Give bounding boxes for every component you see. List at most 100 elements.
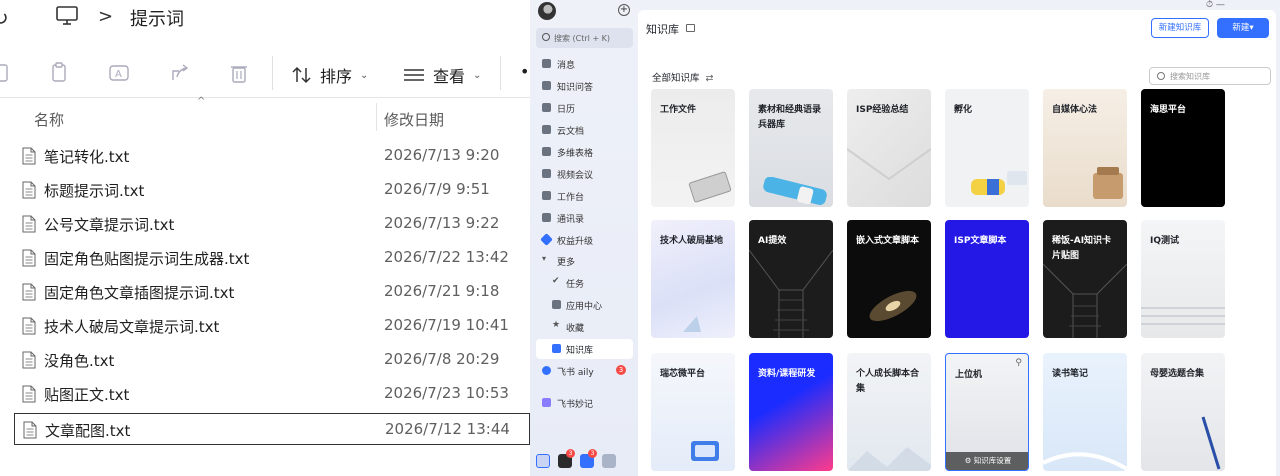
card-cover-image xyxy=(1093,167,1123,199)
kb-card[interactable]: ISP经验总结 xyxy=(847,89,931,207)
card-cover-image xyxy=(691,441,719,461)
text-file-icon xyxy=(22,385,36,407)
kb-card[interactable]: 个人成长脚本合集 xyxy=(847,353,931,471)
refresh-icon[interactable]: ↻ xyxy=(0,6,9,30)
kb-card[interactable]: 读书笔记 xyxy=(1043,353,1127,471)
new-button[interactable]: 新建▾ xyxy=(1217,18,1269,38)
column-header-name[interactable]: 名称 xyxy=(34,109,64,130)
window-controls[interactable]: ⏱ — xyxy=(1206,0,1225,10)
kb-card-hovered[interactable]: 上位机 ⚲ ⚙ 知识库设置 xyxy=(945,353,1029,471)
breadcrumb-current[interactable]: 提示词 xyxy=(130,5,184,31)
kb-search-input[interactable]: 搜索知识库 xyxy=(1149,67,1271,85)
kb-settings-button[interactable]: ⚙ 知识库设置 xyxy=(946,452,1028,470)
app-shortcut-icon[interactable] xyxy=(602,454,616,468)
nav-item-tasks[interactable]: ✔ 任务 xyxy=(536,273,633,293)
file-date: 2026/7/23 10:53 xyxy=(384,384,509,402)
kb-card-title: 海思平台 xyxy=(1150,105,1187,115)
switch-icon[interactable]: ⇄ xyxy=(706,73,714,84)
kb-card-title: 素材和经典语录兵器库 xyxy=(758,105,822,130)
file-row[interactable]: 笔记转化.txt 2026/7/13 9:20 xyxy=(14,140,530,172)
this-pc-icon[interactable] xyxy=(56,6,78,30)
nav-label: 任务 xyxy=(566,280,585,290)
nav-item-meetings[interactable]: 视频会议 xyxy=(536,164,633,184)
kb-card-title: 上位机 xyxy=(955,370,983,380)
kb-card[interactable]: 母婴选题合集 xyxy=(1141,353,1225,471)
pin-icon[interactable]: ⚲ xyxy=(1015,358,1022,368)
copy-icon[interactable] xyxy=(49,62,71,84)
kb-card-title: 技术人破局基地 xyxy=(660,236,724,246)
file-row[interactable]: 标题提示词.txt 2026/7/9 9:51 xyxy=(14,174,530,206)
nav-item-minutes[interactable]: 飞书妙记 xyxy=(536,393,633,413)
kb-card[interactable]: ISP文章脚本 xyxy=(945,220,1029,338)
video-icon xyxy=(542,169,551,178)
qa-icon xyxy=(542,81,551,90)
file-date: 2026/7/12 13:44 xyxy=(385,420,510,438)
avatar[interactable] xyxy=(538,2,556,20)
nav-label: 通讯录 xyxy=(557,215,585,225)
file-row[interactable]: 贴图正文.txt 2026/7/23 10:53 xyxy=(14,378,530,410)
kb-card-title: 瑞芯微平台 xyxy=(660,369,706,379)
all-kb-label: 全部知识库 xyxy=(652,73,700,84)
sort-label: 排序 xyxy=(320,67,353,86)
file-row-selected[interactable]: 文章配图.txt 2026/7/12 13:44 xyxy=(14,413,530,445)
nav-item-favorites[interactable]: ★ 收藏 xyxy=(536,317,633,337)
file-name: 标题提示词.txt xyxy=(44,182,145,200)
nav-item-workplace[interactable]: 工作台 xyxy=(536,186,633,206)
kb-card[interactable]: 资料/课程研发 xyxy=(749,353,833,471)
rename-icon[interactable]: A xyxy=(108,62,130,84)
file-row[interactable]: 技术人破局文章提示词.txt 2026/7/19 10:41 xyxy=(14,310,530,342)
kb-card[interactable]: 素材和经典语录兵器库 xyxy=(749,89,833,207)
nav-item-upgrade[interactable]: 权益升级 xyxy=(536,230,633,250)
nav-item-docs[interactable]: 云文档 xyxy=(536,120,633,140)
column-header-date[interactable]: 修改日期 xyxy=(384,109,444,130)
address-bar[interactable]: ↻ > 提示词 xyxy=(0,0,530,40)
text-file-icon xyxy=(22,351,36,373)
kb-card[interactable]: 工作文件 xyxy=(651,89,735,207)
all-kb-filter[interactable]: 全部知识库 ⇄ xyxy=(652,70,713,84)
wiki-home-icon[interactable] xyxy=(686,24,695,32)
add-icon[interactable]: + xyxy=(618,4,630,16)
nav-item-messages[interactable]: 消息 xyxy=(536,54,633,74)
nav-item-base[interactable]: 多维表格 xyxy=(536,142,633,162)
file-date: 2026/7/22 13:42 xyxy=(384,248,509,266)
more-options-icon[interactable]: • xyxy=(520,62,529,81)
app-shortcut-icon[interactable] xyxy=(536,454,550,468)
delete-icon[interactable] xyxy=(228,62,250,84)
docs-icon xyxy=(542,125,551,134)
column-divider[interactable] xyxy=(376,103,377,131)
global-search[interactable]: 搜索 (Ctrl + K) xyxy=(536,28,633,48)
file-row[interactable]: 固定角色文章插图提示词.txt 2026/7/21 9:18 xyxy=(14,276,530,308)
table-icon xyxy=(542,147,551,156)
text-file-icon xyxy=(22,283,36,305)
kb-card[interactable]: AI提效 xyxy=(749,220,833,338)
view-label: 查看 xyxy=(433,67,466,86)
view-button[interactable]: 查看 ⌄ xyxy=(403,63,481,87)
kb-card[interactable]: 孵化 xyxy=(945,89,1029,207)
kb-card[interactable]: 嵌入式文章脚本 xyxy=(847,220,931,338)
nav-item-app-center[interactable]: 应用中心 xyxy=(536,295,633,315)
file-row[interactable]: 固定角色贴图提示词生成器.txt 2026/7/22 13:42 xyxy=(14,242,530,274)
kb-card[interactable]: 瑞芯微平台 xyxy=(651,353,735,471)
cut-icon[interactable] xyxy=(0,62,12,84)
nav-label: 飞书妙记 xyxy=(557,400,594,410)
file-row[interactable]: 没角色.txt 2026/7/8 20:29 xyxy=(14,344,530,376)
nav-item-more[interactable]: ▾ 更多 xyxy=(536,251,633,271)
kb-card[interactable]: 技术人破局基地 xyxy=(651,220,735,338)
new-knowledge-base-button[interactable]: 新建知识库 xyxy=(1151,18,1209,38)
sort-button[interactable]: 排序 ⌄ xyxy=(292,63,368,87)
nav-item-qa[interactable]: 知识问答 xyxy=(536,76,633,96)
share-icon[interactable] xyxy=(169,62,191,84)
nav-item-aily[interactable]: 飞书 aily 3 xyxy=(536,361,633,381)
kb-card[interactable]: 稀饭-AI知识卡片贴图 xyxy=(1043,220,1127,338)
nav-item-wiki[interactable]: 知识库 xyxy=(536,339,633,359)
search-placeholder: 搜索 (Ctrl + K) xyxy=(554,34,611,43)
kb-card[interactable]: 海思平台 xyxy=(1141,89,1225,207)
nav-label: 云文档 xyxy=(557,127,585,137)
file-row[interactable]: 公号文章提示词.txt 2026/7/13 9:22 xyxy=(14,208,530,240)
nav-item-calendar[interactable]: 日历 xyxy=(536,98,633,118)
kb-card-title: 自媒体心法 xyxy=(1052,105,1098,115)
kb-card[interactable]: 自媒体心法 xyxy=(1043,89,1127,207)
nav-item-contacts[interactable]: 通讯录 xyxy=(536,208,633,228)
card-cover-image xyxy=(847,447,931,471)
kb-card[interactable]: IQ测试 xyxy=(1141,220,1225,338)
